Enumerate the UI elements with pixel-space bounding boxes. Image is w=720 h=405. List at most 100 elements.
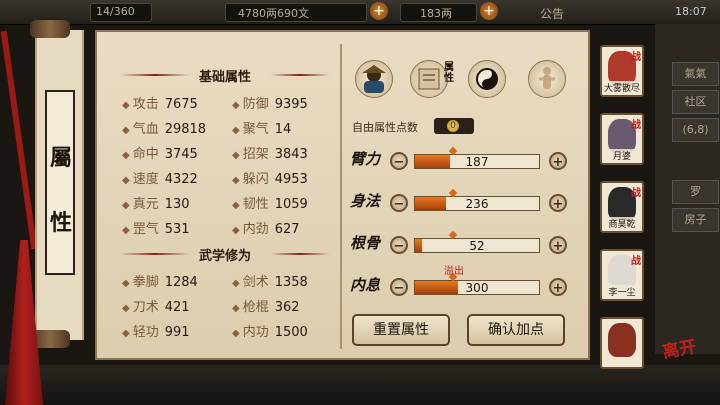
- stat-value: 3745: [164, 147, 198, 162]
- stat-label: 韧性: [242, 197, 269, 212]
- diamond-bullet-icon: ◆: [122, 200, 130, 211]
- basic-stat-row: ◆ 韧性 1059: [232, 193, 308, 212]
- diamond-bullet-icon: ◆: [232, 225, 240, 236]
- section-line: [270, 253, 330, 255]
- diamond-bullet-icon: ◆: [122, 303, 130, 314]
- increase-button[interactable]: +: [549, 194, 567, 212]
- martial-skills-title: 武学修为: [198, 249, 251, 264]
- basic-stat-row: ◆ 速度 4322: [122, 168, 198, 187]
- copper-money: 4780两690文: [238, 7, 309, 20]
- top-status-bar: 14/360 4780两690文 + 183两 + 公告 18:07: [0, 0, 720, 25]
- stat-value: 29818: [164, 122, 207, 137]
- stat-label: 防御: [242, 97, 269, 112]
- diamond-bullet-icon: ◆: [122, 225, 130, 236]
- stat-label: 刀术: [132, 300, 159, 315]
- attribute-value: 52: [469, 239, 485, 253]
- stat-label: 枪棍: [242, 300, 269, 315]
- section-line: [270, 74, 330, 76]
- attribute-scroll-icon[interactable]: [410, 60, 448, 98]
- stat-label: 真元: [132, 197, 159, 212]
- basic-stat-row: ◆ 招架 3843: [232, 143, 308, 162]
- basic-stat-row: ◆ 攻击 7675: [122, 93, 198, 112]
- meridian-figure-icon[interactable]: [528, 60, 566, 98]
- battle-status-badge: 战: [631, 188, 641, 199]
- silver-amount: 183两: [420, 7, 452, 20]
- diamond-bullet-icon: ◆: [232, 303, 240, 314]
- stat-value: 1059: [274, 197, 308, 212]
- side-tab-4[interactable]: 罗: [672, 180, 719, 204]
- attribute-calligraphy: 身法: [350, 192, 381, 210]
- party-member-card[interactable]: 战月婆: [600, 113, 644, 165]
- add-money-button[interactable]: +: [370, 2, 388, 20]
- martial-stat-row: ◆ 剑术 1358: [232, 271, 308, 290]
- scroll-title-char-2: 性: [49, 210, 72, 236]
- stat-value: 531: [164, 222, 190, 237]
- notice-button[interactable]: 公告: [540, 5, 564, 22]
- bottom-menu-bar: [0, 365, 720, 405]
- increase-button[interactable]: +: [549, 278, 567, 296]
- character-name: 商昊乾: [602, 217, 642, 230]
- stat-label: 内劲: [242, 222, 269, 237]
- diamond-bullet-icon: ◆: [122, 150, 130, 161]
- character-name: 大雾散尽: [602, 81, 642, 94]
- leave-button[interactable]: 离开: [660, 332, 698, 363]
- stat-value: 362: [274, 300, 300, 315]
- decrease-button[interactable]: −: [390, 194, 408, 212]
- battle-status-badge: 战: [631, 120, 641, 131]
- stat-label: 内功: [242, 325, 269, 340]
- basic-attributes-title: 基础属性: [198, 70, 251, 85]
- decrease-button[interactable]: −: [390, 152, 408, 170]
- add-silver-button[interactable]: +: [480, 2, 498, 20]
- diamond-bullet-icon: ◆: [232, 100, 240, 111]
- diamond-bullet-icon: ◆: [232, 125, 240, 136]
- stat-value: 14: [274, 122, 292, 137]
- party-member-card[interactable]: [600, 317, 644, 369]
- panel-divider: [340, 44, 342, 349]
- basic-stat-row: ◆ 气血 29818: [122, 118, 206, 137]
- confirm-points-button[interactable]: 确认加点: [467, 314, 565, 346]
- attribute-calligraphy: 内息: [350, 276, 381, 294]
- party-member-card[interactable]: 战商昊乾: [600, 181, 644, 233]
- stat-value: 4953: [274, 172, 308, 187]
- diamond-bullet-icon: ◆: [232, 200, 240, 211]
- diamond-bullet-icon: ◆: [122, 278, 130, 289]
- stat-label: 命中: [132, 147, 159, 162]
- stat-value: 3843: [274, 147, 308, 162]
- stat-label: 攻击: [132, 97, 159, 112]
- party-member-card[interactable]: 战大雾散尽: [600, 45, 644, 97]
- stat-value: 4322: [164, 172, 198, 187]
- battle-status-badge: 战: [631, 256, 641, 267]
- martial-stat-row: ◆ 枪棍 362: [232, 296, 300, 315]
- side-tab-house[interactable]: 房子: [672, 208, 719, 232]
- stat-label: 罡气: [132, 222, 159, 237]
- character-name: 月婆: [602, 149, 642, 162]
- martial-stat-row: ◆ 拳脚 1284: [122, 271, 198, 290]
- side-tab-coords[interactable]: (6,8): [672, 118, 719, 142]
- stat-value: 421: [164, 300, 190, 315]
- diamond-bullet-icon: ◆: [122, 175, 130, 186]
- attribute-bar: 236: [414, 196, 540, 211]
- decrease-button[interactable]: −: [390, 236, 408, 254]
- stat-label: 气血: [132, 122, 159, 137]
- increase-button[interactable]: +: [549, 152, 567, 170]
- character-icon[interactable]: [355, 60, 393, 98]
- taiji-icon[interactable]: [468, 60, 506, 98]
- clock: 18:07: [675, 5, 707, 18]
- side-tab-community[interactable]: 社区: [672, 90, 719, 114]
- decrease-button[interactable]: −: [390, 278, 408, 296]
- party-member-card[interactable]: 战李一尘: [600, 249, 644, 301]
- scroll-title-frame: [45, 90, 75, 275]
- stat-label: 速度: [132, 172, 159, 187]
- stat-value: 1358: [274, 275, 308, 290]
- increase-button[interactable]: +: [549, 236, 567, 254]
- side-tab-1[interactable]: 氣氣: [672, 62, 719, 86]
- diamond-bullet-icon: ◆: [122, 100, 130, 111]
- stat-value: 991: [164, 325, 190, 340]
- stat-label: 躲闪: [242, 172, 269, 187]
- attribute-value: 236: [465, 197, 489, 211]
- stat-label: 聚气: [242, 122, 269, 137]
- overflow-label: 溢出: [444, 266, 464, 277]
- character-name: 李一尘: [602, 285, 642, 298]
- reset-attributes-button[interactable]: 重置属性: [352, 314, 450, 346]
- stat-value: 130: [164, 197, 190, 212]
